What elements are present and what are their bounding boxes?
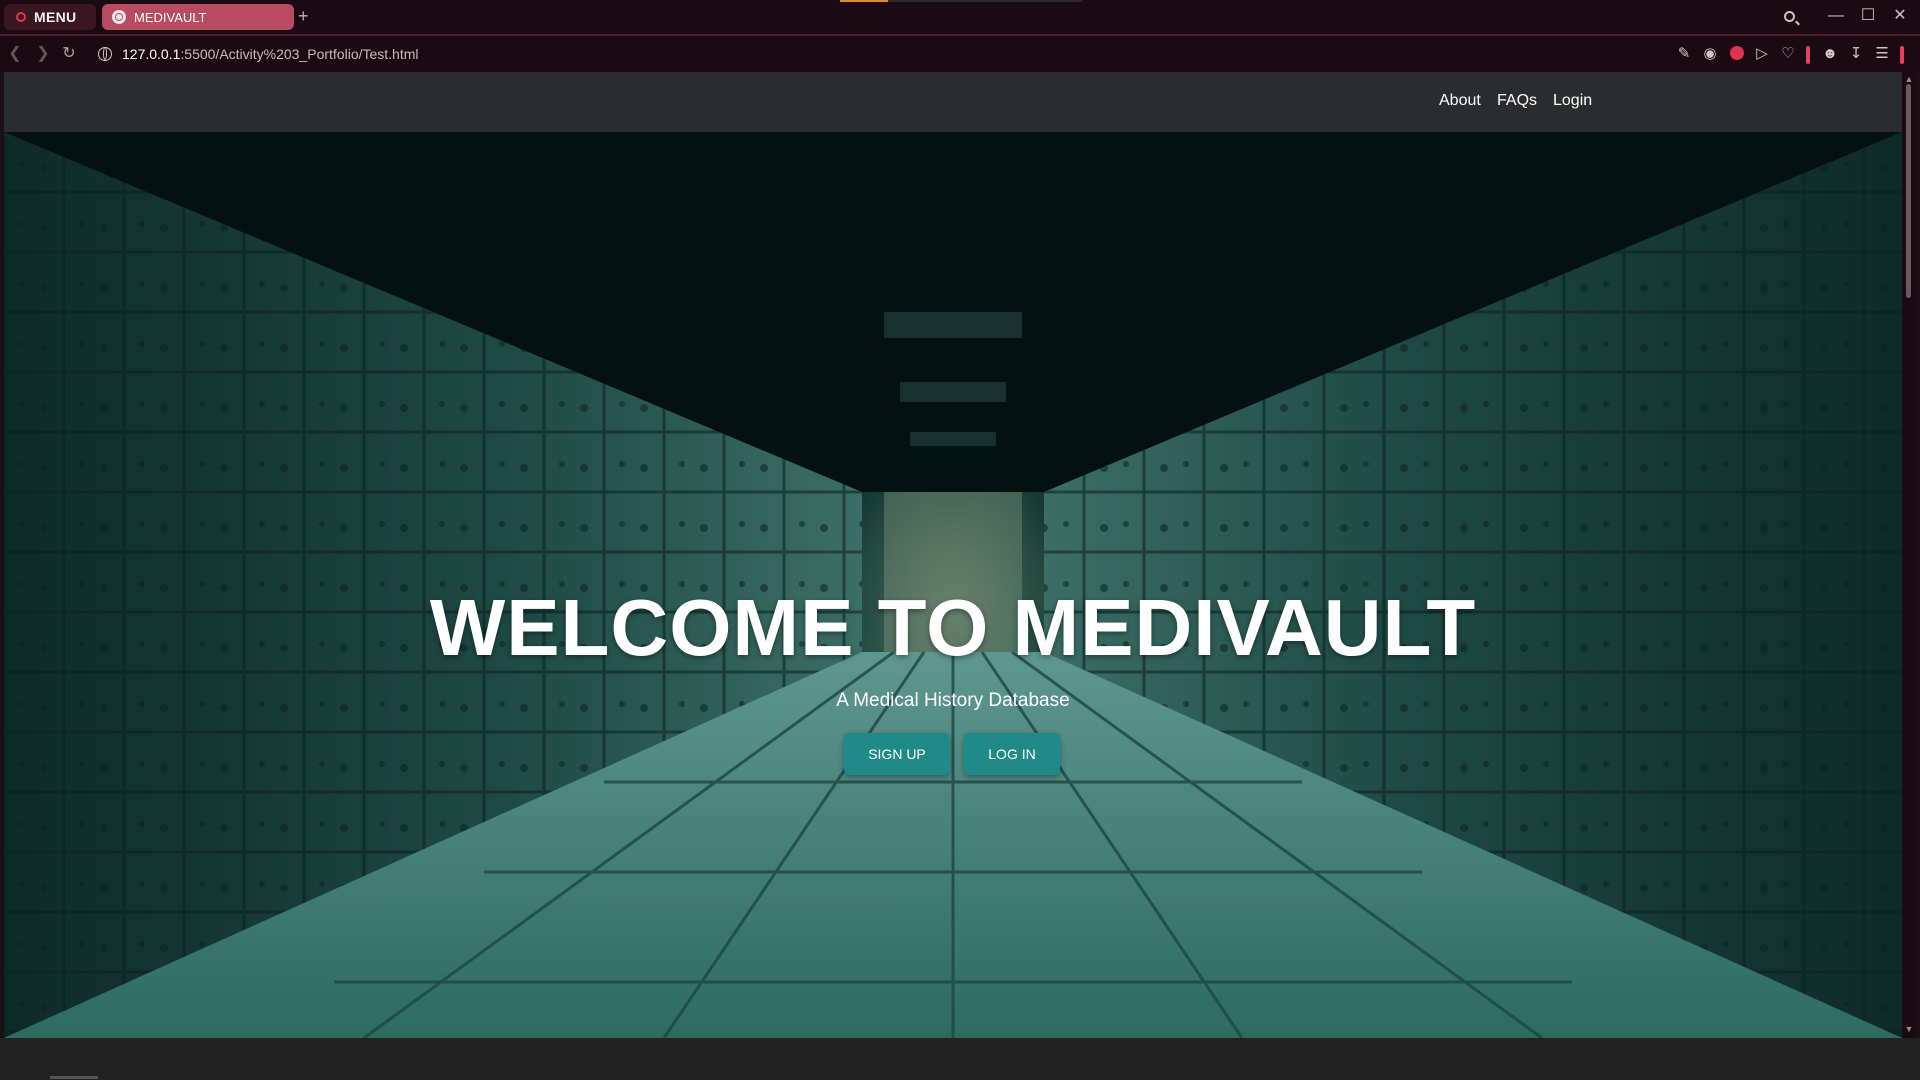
tab-title: MEDIVAULT bbox=[134, 9, 207, 25]
tab-favicon-icon bbox=[112, 10, 126, 24]
bottom-panel-handle[interactable] bbox=[50, 1076, 98, 1079]
scroll-up-icon[interactable]: ▲ bbox=[1903, 74, 1915, 84]
camera-icon[interactable]: ◉ bbox=[1700, 44, 1720, 64]
url-path: :5500/Activity%203_Portfolio/Test.html bbox=[180, 46, 419, 62]
browser-menu-button[interactable]: MENU bbox=[4, 4, 96, 30]
page-load-indicator bbox=[840, 0, 888, 2]
hero-section: WELCOME TO MEDIVAULT A Medical History D… bbox=[4, 132, 1902, 1038]
browser-menu-label: MENU bbox=[34, 9, 77, 25]
send-icon[interactable]: ▷ bbox=[1752, 44, 1772, 64]
browser-tab-active[interactable]: MEDIVAULT bbox=[102, 4, 294, 30]
new-tab-button[interactable]: + bbox=[298, 6, 309, 26]
easy-setup-icon[interactable]: ☰ bbox=[1872, 44, 1892, 64]
tab-search-icon[interactable] bbox=[1784, 11, 1795, 22]
nav-faqs-link[interactable]: FAQs bbox=[1497, 92, 1537, 110]
page-scrollbar-thumb[interactable] bbox=[1906, 84, 1911, 298]
address-field[interactable]: 127.0.0.1:5500/Activity%203_Portfolio/Te… bbox=[122, 46, 419, 62]
sign-up-button[interactable]: SIGN UP bbox=[844, 733, 950, 775]
close-icon[interactable]: ✕ bbox=[1888, 6, 1912, 26]
minimize-icon[interactable]: — bbox=[1824, 6, 1848, 26]
hero-title: WELCOME TO MEDIVAULT bbox=[429, 583, 1477, 672]
hero-subtitle: A Medical History Database bbox=[836, 690, 1070, 711]
bottom-panel bbox=[0, 1038, 1920, 1080]
maximize-icon[interactable]: ☐ bbox=[1856, 6, 1880, 26]
snapshot-edit-icon[interactable]: ✎ bbox=[1674, 44, 1694, 64]
nav-about-link[interactable]: About bbox=[1439, 92, 1481, 110]
browser-titlebar: MENU MEDIVAULT + — ☐ ✕ bbox=[0, 0, 1920, 36]
web-page: About FAQs Login WELCOME TO MEDIVAULT A … bbox=[4, 72, 1902, 1038]
download-icon[interactable]: ↧ bbox=[1846, 44, 1866, 64]
log-in-button[interactable]: LOG IN bbox=[964, 733, 1060, 775]
site-navbar: About FAQs Login bbox=[4, 72, 1902, 132]
page-load-track bbox=[888, 0, 1082, 2]
heart-icon[interactable]: ♡ bbox=[1778, 44, 1798, 64]
url-host: 127.0.0.1 bbox=[122, 46, 181, 62]
nav-login-link[interactable]: Login bbox=[1553, 92, 1592, 110]
reload-icon[interactable]: ↻ bbox=[60, 44, 78, 64]
back-icon[interactable]: ❮ bbox=[6, 44, 24, 64]
forward-icon[interactable]: ❯ bbox=[34, 44, 52, 64]
opera-logo-icon bbox=[16, 12, 26, 22]
adblock-shield-icon[interactable] bbox=[1730, 46, 1744, 60]
account-icon[interactable]: ☻ bbox=[1820, 44, 1840, 64]
sidebar-indicator-right bbox=[1900, 46, 1904, 64]
browser-addressbar: ❮ ❯ ↻ 127.0.0.1:5500/Activity%203_Portfo… bbox=[0, 36, 1920, 72]
sidebar-indicator bbox=[1806, 46, 1810, 64]
scroll-down-icon[interactable]: ▼ bbox=[1903, 1024, 1915, 1034]
site-info-icon[interactable] bbox=[98, 47, 112, 61]
